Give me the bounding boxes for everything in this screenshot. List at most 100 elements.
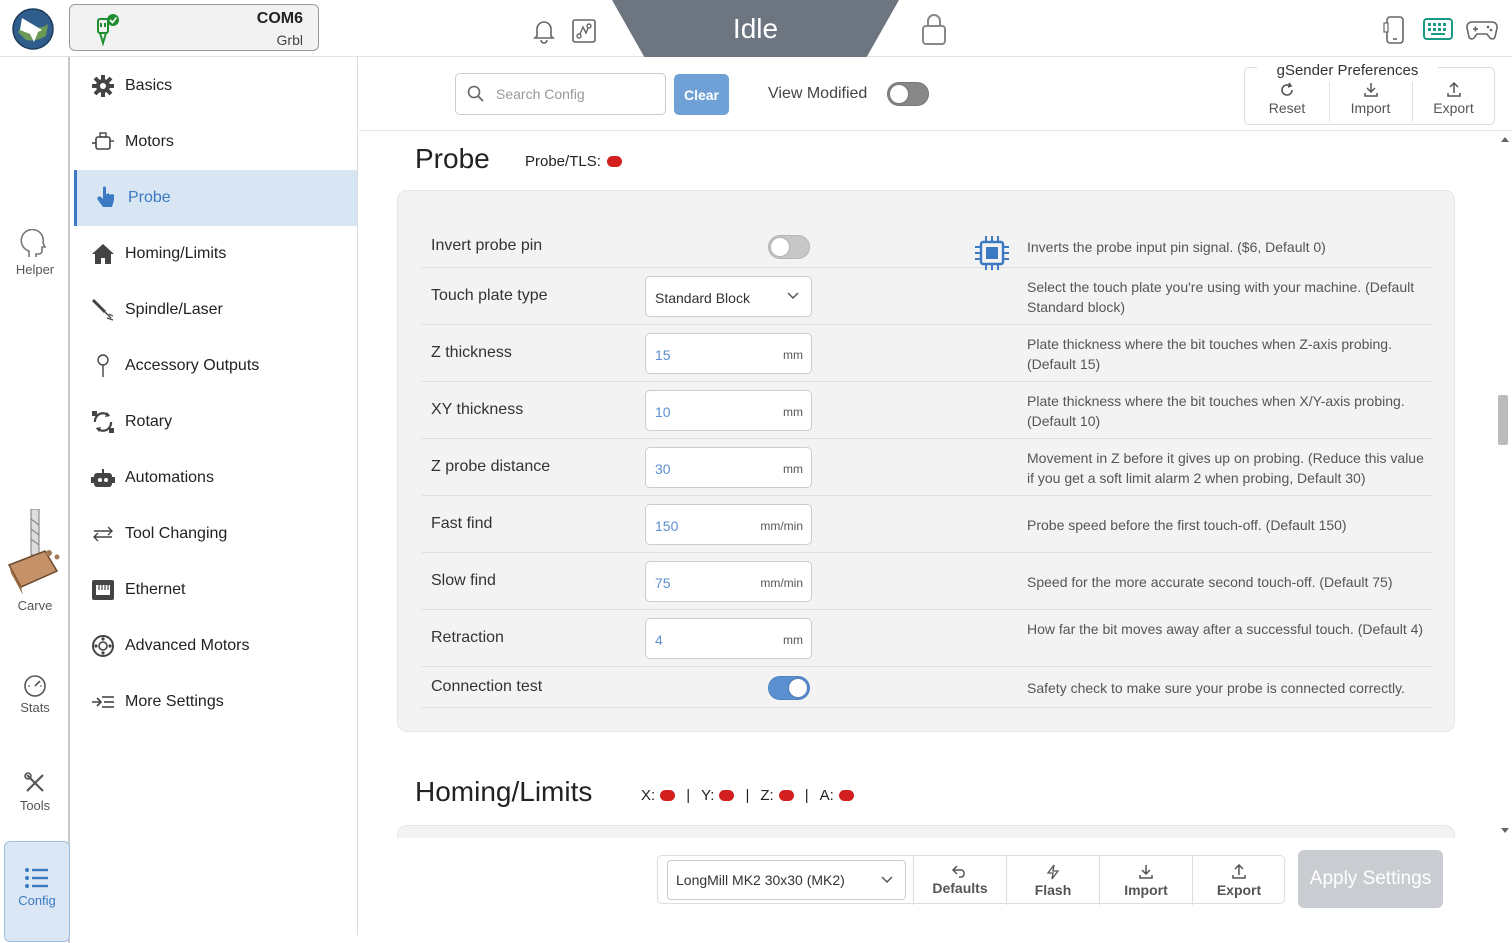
xy-thickness-input[interactable]: 10 mm: [645, 389, 812, 431]
fast-find-input[interactable]: 150 mm/min: [645, 503, 812, 545]
export-icon: [1413, 82, 1494, 98]
z-probe-distance-input[interactable]: 30 mm: [645, 446, 812, 488]
setting-row-z-thickness: Z thickness 15 mm Plate thickness where the…: [422, 325, 1432, 382]
nav-helper[interactable]: Helper: [0, 229, 70, 277]
nav-carve-label: Carve: [17, 598, 53, 613]
setting-description: Plate thickness where the bit touches wh…: [1027, 335, 1392, 372]
category-accessory-outputs[interactable]: Accessory Outputs: [74, 338, 357, 394]
prefs-export-button[interactable]: Export: [1412, 82, 1494, 122]
z-thickness-input[interactable]: 15 mm: [645, 332, 812, 374]
connection-test-toggle[interactable]: [768, 675, 810, 700]
scrollbar-thumb[interactable]: [1498, 395, 1508, 445]
gamepad-icon[interactable]: [1466, 18, 1498, 42]
export-icon: [1193, 864, 1285, 880]
setting-description: How far the bit moves away after a succe…: [1027, 620, 1424, 637]
category-probe[interactable]: Probe: [74, 170, 357, 226]
touch-plate-type-value: Standard Block: [655, 289, 750, 306]
setting-label: Fast find: [431, 514, 493, 532]
category-homing-limits[interactable]: Homing/Limits: [74, 226, 357, 282]
category-advanced-motors[interactable]: Advanced Motors: [74, 618, 357, 674]
clear-button[interactable]: Clear: [674, 74, 729, 115]
reset-icon: [1246, 82, 1328, 98]
import-icon: [1100, 864, 1192, 880]
machine-profile-select[interactable]: LongMill MK2 30x30 (MK2): [667, 860, 906, 900]
slow-find-value: 75: [655, 574, 671, 591]
axis-label: A:: [819, 787, 834, 804]
setting-row-retraction: Retraction 4 mm How far the bit moves away …: [422, 610, 1432, 667]
setting-description: Plate thickness where the bit touches wh…: [1027, 392, 1405, 429]
gsender-logo[interactable]: [12, 8, 54, 50]
category-more-settings[interactable]: More Settings: [74, 674, 357, 730]
category-spindle-laser[interactable]: Spindle/Laser: [74, 282, 357, 338]
retraction-unit: mm: [783, 632, 803, 647]
retraction-value: 4: [655, 631, 663, 648]
z-probe-distance-unit: mm: [783, 461, 803, 476]
reset-button[interactable]: Reset: [1246, 82, 1328, 122]
firmware-chip-icon: [974, 235, 1010, 271]
prefs-import-button[interactable]: Import: [1329, 82, 1411, 122]
z-thickness-value: 15: [655, 346, 671, 363]
setting-row-connection-test: Connection test Safety check to make sure…: [422, 667, 1432, 708]
status-text: Idle: [732, 13, 779, 44]
left-nav: Helper Carve Stats Tools Config: [0, 57, 70, 943]
undo-icon: [914, 864, 1006, 878]
export-button[interactable]: Export: [1192, 856, 1285, 905]
lock-icon[interactable]: [920, 12, 948, 46]
setting-row-invert-probe-pin: Invert probe pin Inverts the probe input …: [422, 225, 1432, 271]
pin-icon: [91, 354, 115, 378]
workflow-icon[interactable]: [571, 18, 597, 44]
carve-icon: [0, 509, 70, 595]
retraction-input[interactable]: 4 mm: [645, 617, 812, 659]
swap-icon: [91, 522, 115, 546]
limit-status-dot: [838, 790, 854, 801]
touch-plate-type-select[interactable]: Standard Block: [645, 275, 812, 317]
view-modified-label: View Modified: [768, 85, 868, 102]
nav-tools[interactable]: Tools: [0, 771, 70, 813]
fast-find-unit: mm/min: [760, 518, 803, 533]
z-probe-distance-value: 30: [655, 460, 671, 477]
bell-icon[interactable]: [532, 18, 556, 44]
defaults-button[interactable]: Defaults: [913, 856, 1006, 905]
category-ethernet[interactable]: Ethernet: [74, 562, 357, 618]
ethernet-icon: [91, 578, 115, 602]
nav-config[interactable]: Config: [4, 841, 70, 942]
config-category-list: Basics Motors Probe Homing/Limits Spindle/La…: [70, 57, 358, 935]
category-tool-changing[interactable]: Tool Changing: [74, 506, 357, 562]
category-rotary[interactable]: Rotary: [74, 394, 357, 450]
z-thickness-unit: mm: [783, 347, 803, 362]
robot-icon: [91, 466, 115, 490]
axis-separator: |: [745, 787, 750, 804]
setting-description: Inverts the probe input pin signal. ($6,…: [1027, 238, 1326, 255]
probe-tls-status: Probe/TLS:: [525, 153, 622, 170]
machine-profile-value: LongMill MK2 30x30 (MK2): [676, 872, 845, 888]
scrollbar[interactable]: [1498, 132, 1512, 838]
flash-button[interactable]: Flash: [1006, 856, 1099, 905]
import-button[interactable]: Import: [1099, 856, 1192, 905]
category-label: Advanced Motors: [125, 637, 250, 654]
setting-description: Select the touch plate you're using with…: [1027, 278, 1415, 315]
home-icon: [91, 242, 115, 266]
slow-find-input[interactable]: 75 mm/min: [645, 560, 812, 602]
category-motors[interactable]: Motors: [74, 114, 357, 170]
motor-icon: [91, 130, 115, 154]
phone-icon[interactable]: [1383, 15, 1407, 45]
category-label: Tool Changing: [125, 525, 228, 542]
apply-settings-button[interactable]: Apply Settings: [1298, 850, 1443, 908]
search-input[interactable]: [455, 73, 666, 115]
machine-status: Idle: [612, 0, 899, 60]
keyboard-icon[interactable]: [1423, 18, 1453, 40]
category-automations[interactable]: Automations: [74, 450, 357, 506]
category-label: Accessory Outputs: [125, 357, 260, 374]
category-label: Spindle/Laser: [125, 301, 223, 318]
import-label: Import: [1124, 882, 1168, 898]
category-basics[interactable]: Basics: [74, 58, 357, 114]
chevron-down-icon: [787, 291, 799, 300]
connection-button[interactable]: COM6 Grbl: [69, 4, 319, 51]
view-modified-toggle[interactable]: [887, 82, 929, 106]
axis-label: X:: [641, 787, 656, 804]
nav-carve[interactable]: Carve: [0, 509, 70, 613]
nav-stats[interactable]: Stats: [0, 673, 70, 715]
more-settings-icon: [91, 690, 115, 714]
limit-status-dot: [719, 790, 735, 801]
invert-probe-pin-toggle[interactable]: [768, 234, 810, 259]
